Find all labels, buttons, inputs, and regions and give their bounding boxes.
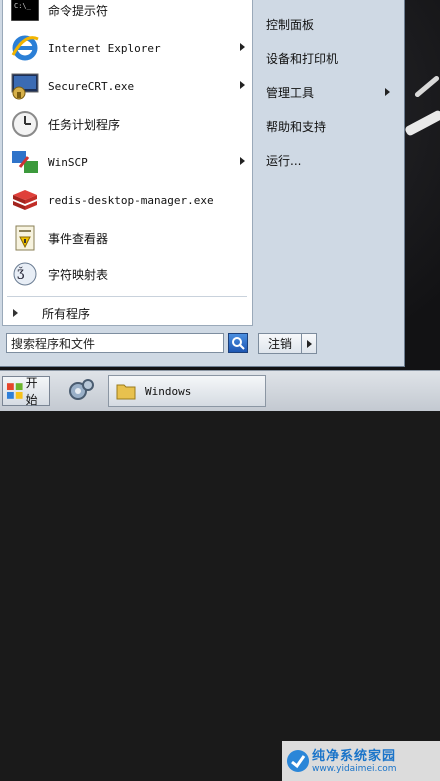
logoff-options-button[interactable] <box>301 333 317 354</box>
start-menu: C:\_ 命令提示符 Internet Explorer SecureCRT.e… <box>0 0 405 367</box>
svg-text:C:\_: C:\_ <box>14 2 32 10</box>
clock-icon <box>9 108 41 140</box>
taskbar-app-windows-explorer[interactable]: Windows <box>108 375 266 407</box>
right-item-label: 控制面板 <box>266 17 315 32</box>
internet-explorer-icon <box>9 32 41 64</box>
gears-icon <box>69 379 94 400</box>
search-input[interactable]: 搜索程序和文件 <box>6 333 224 353</box>
folder-icon <box>116 384 136 400</box>
start-button[interactable]: 开始 <box>2 376 50 407</box>
windows-logo-icon <box>6 383 23 399</box>
program-label: 事件查看器 <box>48 231 109 246</box>
winscp-icon <box>9 146 41 178</box>
submenu-arrow-icon <box>240 43 245 51</box>
charmap-icon: Ǯ <box>9 258 41 290</box>
watermark-url: www.yidaimei.com <box>312 764 397 774</box>
submenu-arrow-icon <box>240 81 245 89</box>
program-label: WinSCP <box>48 155 88 169</box>
chevron-right-icon <box>13 309 18 317</box>
all-programs-label: 所有程序 <box>42 306 91 321</box>
chevron-right-icon <box>307 340 312 348</box>
right-item-label: 运行... <box>266 153 302 168</box>
redis-icon <box>9 184 41 216</box>
program-label: SecureCRT.exe <box>48 79 135 93</box>
search-icon <box>232 337 245 350</box>
event-viewer-icon <box>9 222 41 254</box>
program-item-securecrt[interactable]: SecureCRT.exe <box>9 70 247 102</box>
securecrt-icon <box>9 70 41 102</box>
right-item-label: 帮助和支持 <box>266 119 327 134</box>
program-label: 任务计划程序 <box>48 117 121 132</box>
right-item-devices-printers[interactable]: 设备和打印机 <box>266 46 396 70</box>
separator <box>7 296 247 297</box>
program-label: Internet Explorer <box>48 41 161 55</box>
watermark: 纯净系统家园 www.yidaimei.com <box>282 741 440 781</box>
wallpaper-streak <box>403 109 440 137</box>
right-item-admin-tools[interactable]: 管理工具 <box>266 80 396 104</box>
submenu-arrow-icon <box>240 157 245 165</box>
search-text: 搜索程序和文件 <box>11 336 96 351</box>
cmd-icon: C:\_ <box>9 0 41 26</box>
start-menu-programs-pane: C:\_ 命令提示符 Internet Explorer SecureCRT.e… <box>2 0 253 326</box>
program-label: 命令提示符 <box>48 3 109 18</box>
right-item-label: 设备和打印机 <box>266 51 339 66</box>
submenu-arrow-icon <box>385 88 390 96</box>
right-item-run[interactable]: 运行... <box>266 148 396 172</box>
svg-text:Ǯ: Ǯ <box>17 266 24 283</box>
wallpaper-streak <box>413 74 440 99</box>
logoff-label: 注销 <box>267 337 292 351</box>
program-item-event-viewer[interactable]: 事件查看器 <box>9 222 247 254</box>
right-item-help-support[interactable]: 帮助和支持 <box>266 114 396 138</box>
program-item-cmd[interactable]: C:\_ 命令提示符 <box>9 0 247 26</box>
start-label: 开始 <box>25 376 38 407</box>
taskbar: 开始 Windows 纯净系统家园 www.yidaimei.com <box>0 370 440 781</box>
logoff-button[interactable]: 注销 <box>258 333 302 354</box>
watermark-logo-icon <box>287 750 309 772</box>
program-item-character-map[interactable]: Ǯ 字符映射表 <box>9 258 247 290</box>
all-programs-button[interactable]: 所有程序 <box>9 302 247 324</box>
right-item-label: 管理工具 <box>266 85 315 100</box>
program-item-redis-desktop-manager[interactable]: redis-desktop-manager.exe <box>9 184 247 216</box>
taskbar-app-services[interactable] <box>64 375 98 407</box>
taskbar-windows-label: Windows <box>145 384 192 398</box>
watermark-title: 纯净系统家园 <box>312 749 397 764</box>
program-item-task-scheduler[interactable]: 任务计划程序 <box>9 108 247 140</box>
search-button[interactable] <box>228 333 248 353</box>
right-item-control-panel[interactable]: 控制面板 <box>266 12 396 36</box>
program-label: 字符映射表 <box>48 267 109 282</box>
program-label: redis-desktop-manager.exe <box>48 193 214 207</box>
program-item-internet-explorer[interactable]: Internet Explorer <box>9 32 247 64</box>
program-item-winscp[interactable]: WinSCP <box>9 146 247 178</box>
